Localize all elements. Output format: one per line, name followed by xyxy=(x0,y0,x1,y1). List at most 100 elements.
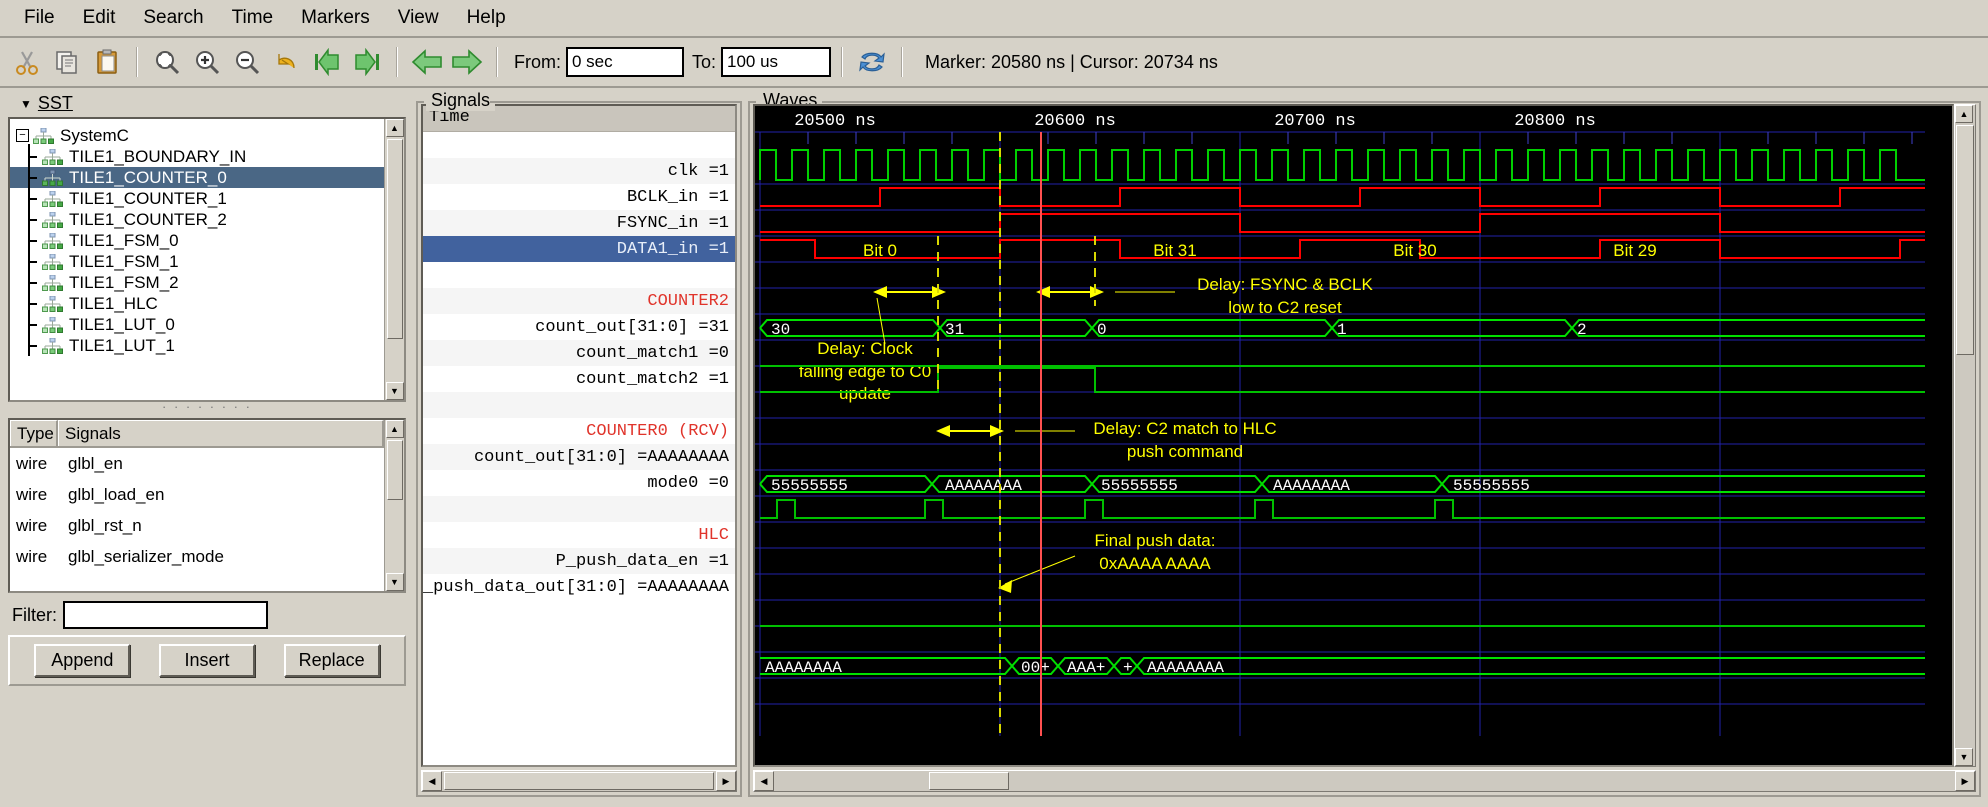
svg-text:55555555: 55555555 xyxy=(1453,477,1530,495)
scroll-up-icon[interactable]: ▲ xyxy=(385,420,404,438)
paste-icon[interactable] xyxy=(88,43,126,81)
zoom-in-icon[interactable] xyxy=(188,43,226,81)
scroll-down-icon[interactable]: ▼ xyxy=(385,573,404,591)
scroll-thumb[interactable] xyxy=(1956,125,1974,355)
svg-text:1: 1 xyxy=(1337,321,1347,339)
menu-edit[interactable]: Edit xyxy=(71,3,128,33)
pane-resize-grip[interactable]: · · · · · · · · xyxy=(6,400,408,418)
insert-button[interactable]: Insert xyxy=(158,644,255,677)
scroll-left-icon[interactable]: ◀ xyxy=(422,771,442,791)
chevron-down-icon[interactable]: ▼ xyxy=(20,97,32,111)
tree-branch-line xyxy=(16,144,42,167)
tree-item-tile1-hlc[interactable]: TILE1_HLC xyxy=(10,291,384,314)
cut-icon[interactable] xyxy=(8,43,46,81)
sst-tree-scrollbar[interactable]: ▲ ▼ xyxy=(384,119,404,400)
menu-markers[interactable]: Markers xyxy=(289,3,382,33)
menu-file[interactable]: File xyxy=(12,3,67,33)
svg-text:Delay: FSYNC & BCLK: Delay: FSYNC & BCLK xyxy=(1197,275,1373,294)
tree-item-tile1-counter-1[interactable]: TILE1_COUNTER_1 xyxy=(10,186,384,209)
menu-view[interactable]: View xyxy=(386,3,451,33)
signal-group-hlc[interactable]: HLC xyxy=(423,522,735,548)
back-icon[interactable] xyxy=(408,43,446,81)
column-header-signals[interactable]: Signals xyxy=(58,420,384,446)
menu-help[interactable]: Help xyxy=(455,3,518,33)
scroll-up-icon[interactable]: ▲ xyxy=(385,119,404,137)
zoom-undo-icon[interactable] xyxy=(268,43,306,81)
signal-row[interactable] xyxy=(423,496,735,522)
signal-group-counter0[interactable]: COUNTER0 (RCV) xyxy=(423,418,735,444)
append-button[interactable]: Append xyxy=(34,644,131,677)
signal-row-clk[interactable]: clk =1 xyxy=(423,158,735,184)
scroll-right-icon[interactable]: ▶ xyxy=(1955,771,1975,791)
wave-canvas[interactable]: 20500 ns 20600 ns 20700 ns 20800 ns Bit … xyxy=(753,104,1954,767)
signal-row-push-data-en[interactable]: P_push_data_en =1 xyxy=(423,548,735,574)
time-tick-label: 20600 ns xyxy=(1034,112,1116,131)
signal-row-fsync-in[interactable]: FSYNC_in =1 xyxy=(423,210,735,236)
scroll-thumb[interactable] xyxy=(386,139,403,339)
copy-icon[interactable] xyxy=(48,43,86,81)
menu-search[interactable]: Search xyxy=(131,3,215,33)
scroll-right-icon[interactable]: ▶ xyxy=(716,771,736,791)
signal-names-list[interactable]: Time clk =1 BCLK_in =1 FSYNC_in =1 DATA1… xyxy=(421,104,737,767)
scroll-up-icon[interactable]: ▲ xyxy=(1955,105,1973,123)
tree-item-label: TILE1_BOUNDARY_IN xyxy=(69,146,247,166)
goto-end-icon[interactable] xyxy=(348,43,386,81)
zoom-fit-icon[interactable] xyxy=(148,43,186,81)
waves-vscrollbar[interactable]: ▲ ▼ xyxy=(1954,104,1976,767)
tree-branch-line xyxy=(16,165,42,188)
tree-item-tile1-boundary-in[interactable]: TILE1_BOUNDARY_IN xyxy=(10,144,384,167)
list-item[interactable]: wire glbl_load_en xyxy=(10,479,384,510)
signal-row-push-data-out[interactable]: P_push_data_out[31:0] =AAAAAAAA xyxy=(423,574,735,600)
column-header-type[interactable]: Type xyxy=(10,420,58,446)
waves-hscrollbar[interactable]: ◀ ▶ xyxy=(753,770,1976,792)
tree-item-tile1-fsm-0[interactable]: TILE1_FSM_0 xyxy=(10,228,384,251)
signal-list-scrollbar[interactable]: ▲ ▼ xyxy=(384,420,404,591)
signal-row-bclk-in[interactable]: BCLK_in =1 xyxy=(423,184,735,210)
signal-row-count-match2[interactable]: count_match2 =1 xyxy=(423,366,735,392)
module-icon xyxy=(42,190,64,207)
scroll-down-icon[interactable]: ▼ xyxy=(385,382,404,400)
sst-tree[interactable]: − SystemC TILE1_BOUNDARY_IN TILE1_COUNTE… xyxy=(10,119,384,400)
tree-item-tile1-counter-0[interactable]: TILE1_COUNTER_0 xyxy=(10,165,384,188)
toolbar: From: To: Marker: 20580 ns | Cursor: 207… xyxy=(0,38,1988,88)
signal-row-mode0[interactable]: mode0 =0 xyxy=(423,470,735,496)
scroll-thumb[interactable] xyxy=(929,772,1009,790)
tree-item-tile1-fsm-1[interactable]: TILE1_FSM_1 xyxy=(10,249,384,272)
module-icon xyxy=(42,274,64,291)
menu-time[interactable]: Time xyxy=(220,3,286,33)
list-item[interactable]: wire glbl_rst_n xyxy=(10,510,384,541)
signal-group-counter2[interactable]: COUNTER2 xyxy=(423,288,735,314)
tree-item-tile1-lut-1[interactable]: TILE1_LUT_1 xyxy=(10,333,384,356)
goto-start-icon[interactable] xyxy=(308,43,346,81)
zoom-out-icon[interactable] xyxy=(228,43,266,81)
tree-item-tile1-lut-0[interactable]: TILE1_LUT_0 xyxy=(10,312,384,335)
filter-input[interactable] xyxy=(63,601,268,629)
sst-tree-box: − SystemC TILE1_BOUNDARY_IN TILE1_COUNTE… xyxy=(8,117,406,402)
signal-row[interactable] xyxy=(423,262,735,288)
signals-hscrollbar[interactable]: ◀ ▶ xyxy=(421,770,737,792)
signal-row-count-match1[interactable]: count_match1 =0 xyxy=(423,340,735,366)
signal-row-data1-in[interactable]: DATA1_in =1 xyxy=(423,236,735,262)
list-item[interactable]: wire glbl_en xyxy=(10,448,384,479)
from-input[interactable] xyxy=(566,47,684,77)
tree-item-systemc[interactable]: − SystemC xyxy=(10,125,384,146)
signal-row[interactable] xyxy=(423,392,735,418)
to-input[interactable] xyxy=(721,47,832,77)
signal-row-c0-count-out[interactable]: count_out[31:0] =AAAAAAAA xyxy=(423,444,735,470)
signal-row-c2-count-out[interactable]: count_out[31:0] =31 xyxy=(423,314,735,340)
scroll-left-icon[interactable]: ◀ xyxy=(754,771,774,791)
scroll-down-icon[interactable]: ▼ xyxy=(1955,748,1973,766)
tree-item-tile1-counter-2[interactable]: TILE1_COUNTER_2 xyxy=(10,207,384,230)
replace-button[interactable]: Replace xyxy=(283,644,380,677)
forward-icon[interactable] xyxy=(448,43,486,81)
scroll-thumb[interactable] xyxy=(386,440,403,500)
scroll-thumb[interactable] xyxy=(444,772,714,790)
signal-row[interactable] xyxy=(423,132,735,158)
module-icon xyxy=(42,253,64,270)
time-tick-label: 20500 ns xyxy=(794,112,876,131)
sst-header[interactable]: ▼ SST xyxy=(6,92,408,117)
list-item[interactable]: wire glbl_serializer_mode xyxy=(10,541,384,572)
tree-item-tile1-fsm-2[interactable]: TILE1_FSM_2 xyxy=(10,270,384,293)
expander-icon[interactable]: − xyxy=(16,129,29,142)
reload-icon[interactable] xyxy=(853,43,891,81)
